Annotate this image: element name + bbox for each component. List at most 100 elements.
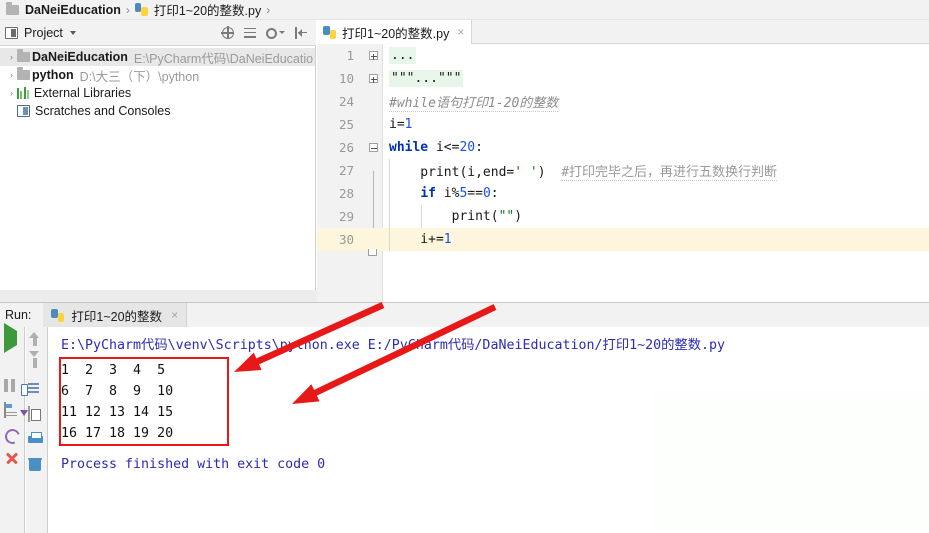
breadcrumb-project-label: DaNeiEducation bbox=[25, 2, 121, 17]
line-number: 27 bbox=[338, 163, 354, 178]
tree-item-path: E:\PyCharm代码\DaNeiEducatio bbox=[133, 51, 314, 66]
code-line[interactable]: 24 #while语句打印1-20的整数 bbox=[317, 90, 929, 113]
code-text: if i%5==0: bbox=[420, 186, 499, 201]
pause-icon[interactable] bbox=[3, 379, 21, 396]
tree-item-path: D:\大三（下）\python bbox=[79, 69, 200, 84]
folder-icon bbox=[6, 1, 19, 15]
rerun-icon[interactable] bbox=[4, 427, 21, 444]
fold-expand-icon[interactable] bbox=[363, 51, 383, 60]
scroll-down-icon[interactable] bbox=[28, 357, 45, 374]
run-icon[interactable] bbox=[3, 323, 21, 353]
settings-gear-button[interactable] bbox=[266, 27, 285, 39]
line-number: 30 bbox=[338, 232, 354, 247]
breadcrumb-file[interactable]: 打印1~20的整数.py bbox=[134, 0, 262, 19]
code-text: i=1 bbox=[389, 117, 413, 132]
code-line[interactable]: 26 while i<=20: bbox=[317, 136, 929, 159]
tree-expand-arrow[interactable]: › bbox=[6, 84, 17, 102]
tree-item-label: Scratches and Consoles bbox=[35, 104, 171, 118]
indent-guide bbox=[389, 228, 390, 251]
breadcrumb-file-label: 打印1~20的整数.py bbox=[153, 4, 262, 18]
pycharm-window: DaNeiEducation › 打印1~20的整数.py › Project … bbox=[0, 0, 929, 533]
run-panel-label: Run: bbox=[5, 308, 32, 322]
code-lines: 1... 10 """...""" 24 #while语句打印1-20的整数 25 i=1 2… bbox=[317, 44, 929, 302]
code-text: i+=1 bbox=[389, 232, 452, 247]
fold-collapse-icon[interactable] bbox=[363, 143, 383, 152]
code-line[interactable]: 27 print(i,end=' ') #打印完毕之后，再进行五数换行判断 bbox=[317, 159, 929, 194]
project-panel-header: Project bbox=[0, 20, 316, 46]
console-output-row: 16 17 18 19 20 bbox=[61, 426, 174, 441]
code-line[interactable]: 30 i+=1 bbox=[317, 228, 929, 256]
python-file-icon bbox=[134, 3, 148, 16]
breadcrumb: DaNeiEducation › 打印1~20的整数.py › bbox=[0, 0, 929, 20]
gear-icon bbox=[266, 27, 277, 39]
breadcrumb-project[interactable]: DaNeiEducation bbox=[6, 1, 121, 17]
console-output-row: 1 2 3 4 5 bbox=[61, 363, 166, 378]
code-text: while i<=20: bbox=[389, 140, 483, 155]
collapse-all-icon[interactable] bbox=[243, 26, 257, 40]
project-panel-toolbar bbox=[221, 26, 311, 40]
code-text: """...""" bbox=[389, 70, 464, 87]
tree-item-scratches-and-consoles[interactable]: Scratches and Consoles bbox=[0, 102, 315, 120]
run-control-toolbar bbox=[0, 323, 25, 533]
indent-guide bbox=[389, 182, 390, 205]
code-editor[interactable]: 1... 10 """...""" 24 #while语句打印1-20的整数 25 i=1 2… bbox=[317, 44, 929, 302]
project-panel-footer bbox=[0, 290, 317, 302]
chevron-down-icon[interactable] bbox=[69, 30, 76, 35]
scratches-icon bbox=[17, 105, 30, 117]
tree-item-daneieducation[interactable]: › DaNeiEducation E:\PyCharm代码\DaNeiEduca… bbox=[0, 48, 315, 66]
hide-panel-icon[interactable] bbox=[294, 26, 308, 40]
code-line[interactable]: 1... bbox=[317, 44, 929, 67]
project-panel-title: Project bbox=[24, 25, 63, 40]
tree-item-label: External Libraries bbox=[33, 86, 132, 100]
clear-all-icon[interactable] bbox=[28, 457, 45, 474]
project-tree: › DaNeiEducation E:\PyCharm代码\DaNeiEduca… bbox=[0, 46, 316, 302]
console-output-row: 6 7 8 9 10 bbox=[61, 384, 174, 399]
tree-expand-arrow[interactable]: › bbox=[6, 66, 17, 84]
stop-icon[interactable] bbox=[4, 355, 21, 372]
editor-tab-active[interactable]: 打印1~20的整数.py × bbox=[317, 20, 473, 44]
console-blank-region bbox=[652, 390, 929, 530]
indent-guide bbox=[421, 205, 422, 228]
folder-icon bbox=[17, 67, 30, 80]
locate-target-icon[interactable] bbox=[221, 26, 234, 39]
tree-expand-arrow[interactable]: › bbox=[6, 48, 17, 66]
editor-tab-label: 打印1~20的整数.py bbox=[342, 26, 450, 41]
tree-item-python[interactable]: › python D:\大三（下）\python bbox=[0, 66, 315, 84]
code-line[interactable]: 10 """...""" bbox=[317, 67, 929, 90]
run-tab-active[interactable]: 打印1~20的整数 × bbox=[43, 303, 188, 327]
console-output-row: 11 12 13 14 15 bbox=[61, 405, 174, 420]
editor-tab-strip: 打印1~20的整数.py × bbox=[317, 20, 929, 44]
line-number: 10 bbox=[338, 71, 354, 86]
scroll-to-end-icon[interactable] bbox=[28, 406, 45, 424]
code-line[interactable]: 28 if i%5==0: bbox=[317, 182, 929, 217]
close-icon[interactable]: × bbox=[457, 25, 464, 39]
close-run-icon[interactable] bbox=[4, 451, 21, 468]
code-line[interactable]: 25 i=1 bbox=[317, 113, 929, 136]
print-icon[interactable] bbox=[28, 432, 45, 449]
line-number: 29 bbox=[338, 209, 354, 224]
scroll-up-icon[interactable] bbox=[28, 332, 45, 349]
python-run-icon bbox=[51, 308, 65, 322]
console-process-finished: Process finished with exit code 0 bbox=[61, 457, 326, 472]
line-number: 26 bbox=[338, 140, 354, 155]
tree-item-external-libraries[interactable]: › External Libraries bbox=[0, 84, 315, 102]
line-number: 25 bbox=[338, 117, 354, 132]
library-icon bbox=[17, 87, 29, 99]
soft-wrap-icon[interactable] bbox=[28, 382, 45, 399]
tree-item-label: python bbox=[32, 68, 74, 82]
run-panel-header: Run: 打印1~20的整数 × bbox=[0, 303, 929, 327]
project-window-icon bbox=[5, 26, 18, 39]
fold-expand-icon[interactable] bbox=[363, 74, 383, 83]
console-command-line: E:\PyCharm代码\venv\Scripts\python.exe E:/… bbox=[61, 338, 726, 353]
breadcrumb-separator-2: › bbox=[266, 2, 271, 17]
line-number: 24 bbox=[338, 94, 354, 109]
python-file-icon bbox=[323, 25, 336, 39]
close-icon[interactable]: × bbox=[171, 308, 178, 322]
code-text: print("") bbox=[389, 209, 523, 224]
code-line[interactable]: 29 print("") bbox=[317, 205, 929, 240]
chevron-down-icon bbox=[279, 31, 285, 34]
line-number: 1 bbox=[346, 48, 354, 63]
indent-guide bbox=[389, 205, 390, 228]
run-console-output[interactable]: E:\PyCharm代码\venv\Scripts\python.exe E:/… bbox=[49, 327, 929, 533]
show-console-icon[interactable] bbox=[3, 402, 21, 420]
